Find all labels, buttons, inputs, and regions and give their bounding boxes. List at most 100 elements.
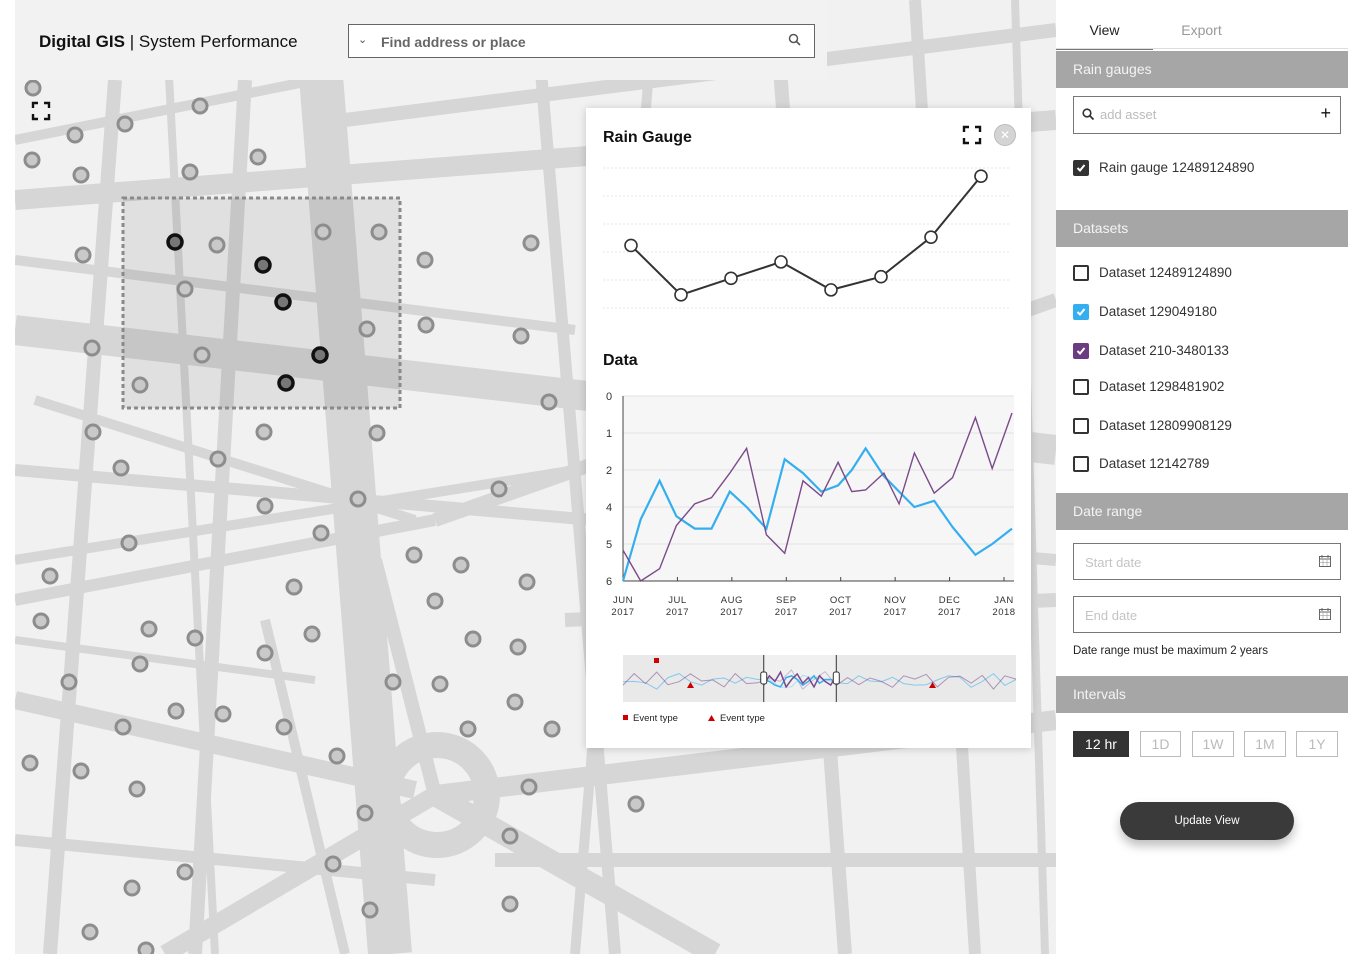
asset-marker[interactable] [324, 855, 342, 873]
dataset-checkbox[interactable] [1073, 343, 1089, 359]
asset-marker[interactable] [356, 804, 374, 822]
search-input[interactable] [379, 31, 773, 53]
tab-export[interactable]: Export [1153, 0, 1250, 48]
rain-gauge-point[interactable] [674, 288, 688, 302]
asset-marker[interactable] [417, 316, 435, 334]
asset-marker[interactable] [255, 423, 273, 441]
asset-marker[interactable] [256, 497, 274, 515]
asset-marker[interactable] [60, 673, 78, 691]
asset-marker[interactable] [83, 339, 101, 357]
asset-marker[interactable] [506, 693, 524, 711]
asset-marker[interactable] [256, 644, 274, 662]
add-asset-button[interactable]: + [1320, 103, 1331, 124]
search-box[interactable]: ⌄ [348, 24, 815, 58]
asset-marker[interactable] [501, 827, 519, 845]
asset-marker[interactable] [176, 863, 194, 881]
expand-icon[interactable] [962, 125, 982, 145]
interval-1y-button[interactable]: 1Y [1296, 731, 1338, 757]
interval-1m-button[interactable]: 1M [1244, 731, 1286, 757]
asset-marker[interactable] [349, 490, 367, 508]
asset-marker[interactable] [176, 280, 194, 298]
asset-marker[interactable] [131, 655, 149, 673]
fullscreen-icon[interactable] [31, 101, 51, 121]
asset-marker[interactable] [431, 675, 449, 693]
asset-marker[interactable] [249, 148, 267, 166]
asset-marker[interactable] [416, 251, 434, 269]
asset-marker[interactable] [128, 780, 146, 798]
event-square-marker[interactable] [654, 658, 659, 663]
asset-marker[interactable] [116, 115, 134, 133]
asset-marker[interactable] [120, 534, 138, 552]
asset-marker[interactable] [123, 879, 141, 897]
selected-asset-marker[interactable] [277, 374, 295, 392]
asset-marker[interactable] [32, 612, 50, 630]
rain-gauge-point[interactable] [874, 269, 888, 284]
asset-marker[interactable] [24, 79, 42, 97]
close-icon[interactable]: ✕ [994, 124, 1016, 146]
end-date-field[interactable] [1073, 596, 1341, 633]
dataset-checkbox[interactable] [1073, 456, 1089, 472]
asset-marker[interactable] [426, 592, 444, 610]
rain-gauge-point[interactable] [924, 230, 938, 244]
asset-marker[interactable] [186, 629, 204, 647]
asset-marker[interactable] [540, 393, 558, 411]
rain-gauge-checkbox[interactable] [1073, 160, 1089, 176]
calendar-icon[interactable] [1319, 555, 1331, 567]
asset-marker[interactable] [361, 901, 379, 919]
interval-1d-button[interactable]: 1D [1140, 731, 1181, 757]
tab-view[interactable]: View [1056, 0, 1153, 50]
search-icon[interactable] [788, 33, 802, 47]
asset-marker[interactable] [368, 424, 386, 442]
calendar-icon[interactable] [1319, 608, 1331, 620]
start-date-input[interactable] [1083, 554, 1297, 571]
asset-marker[interactable] [490, 480, 508, 498]
asset-marker[interactable] [285, 578, 303, 596]
asset-marker[interactable] [358, 320, 376, 338]
dataset-checkbox[interactable] [1073, 304, 1089, 320]
dataset-checkbox[interactable] [1073, 379, 1089, 395]
asset-marker[interactable] [384, 673, 402, 691]
asset-marker[interactable] [114, 718, 132, 736]
asset-marker[interactable] [191, 97, 209, 115]
asset-marker[interactable] [72, 762, 90, 780]
asset-marker[interactable] [209, 450, 227, 468]
end-date-input[interactable] [1083, 607, 1297, 624]
asset-marker[interactable] [312, 524, 330, 542]
asset-marker[interactable] [520, 778, 538, 796]
asset-marker[interactable] [627, 795, 645, 813]
asset-marker[interactable] [518, 573, 536, 591]
asset-marker[interactable] [275, 718, 293, 736]
asset-marker[interactable] [452, 556, 470, 574]
selected-asset-marker[interactable] [254, 256, 272, 274]
asset-marker[interactable] [509, 638, 527, 656]
asset-marker[interactable] [543, 720, 561, 738]
rain-gauge-point[interactable] [774, 255, 788, 269]
asset-marker[interactable] [167, 702, 185, 720]
range-handle[interactable] [832, 671, 840, 685]
asset-marker[interactable] [72, 166, 90, 184]
add-asset-field[interactable]: + [1073, 96, 1341, 134]
asset-marker[interactable] [193, 346, 211, 364]
asset-marker[interactable] [66, 126, 84, 144]
asset-marker[interactable] [81, 923, 99, 941]
asset-marker[interactable] [140, 620, 158, 638]
add-asset-input[interactable] [1098, 106, 1302, 123]
asset-marker[interactable] [464, 630, 482, 648]
asset-marker[interactable] [459, 720, 477, 738]
dataset-checkbox[interactable] [1073, 418, 1089, 434]
asset-marker[interactable] [23, 151, 41, 169]
range-handle[interactable] [760, 671, 768, 685]
asset-marker[interactable] [21, 754, 39, 772]
asset-marker[interactable] [208, 236, 226, 254]
asset-marker[interactable] [303, 625, 321, 643]
rain-gauge-point[interactable] [724, 271, 738, 286]
asset-marker[interactable] [512, 327, 530, 345]
asset-marker[interactable] [112, 459, 130, 477]
asset-marker[interactable] [370, 223, 388, 241]
selection-area[interactable] [121, 196, 402, 410]
asset-marker[interactable] [131, 376, 149, 394]
dataset-checkbox[interactable] [1073, 265, 1089, 281]
asset-marker[interactable] [405, 546, 423, 564]
selected-asset-marker[interactable] [274, 293, 292, 311]
asset-marker[interactable] [522, 234, 540, 252]
